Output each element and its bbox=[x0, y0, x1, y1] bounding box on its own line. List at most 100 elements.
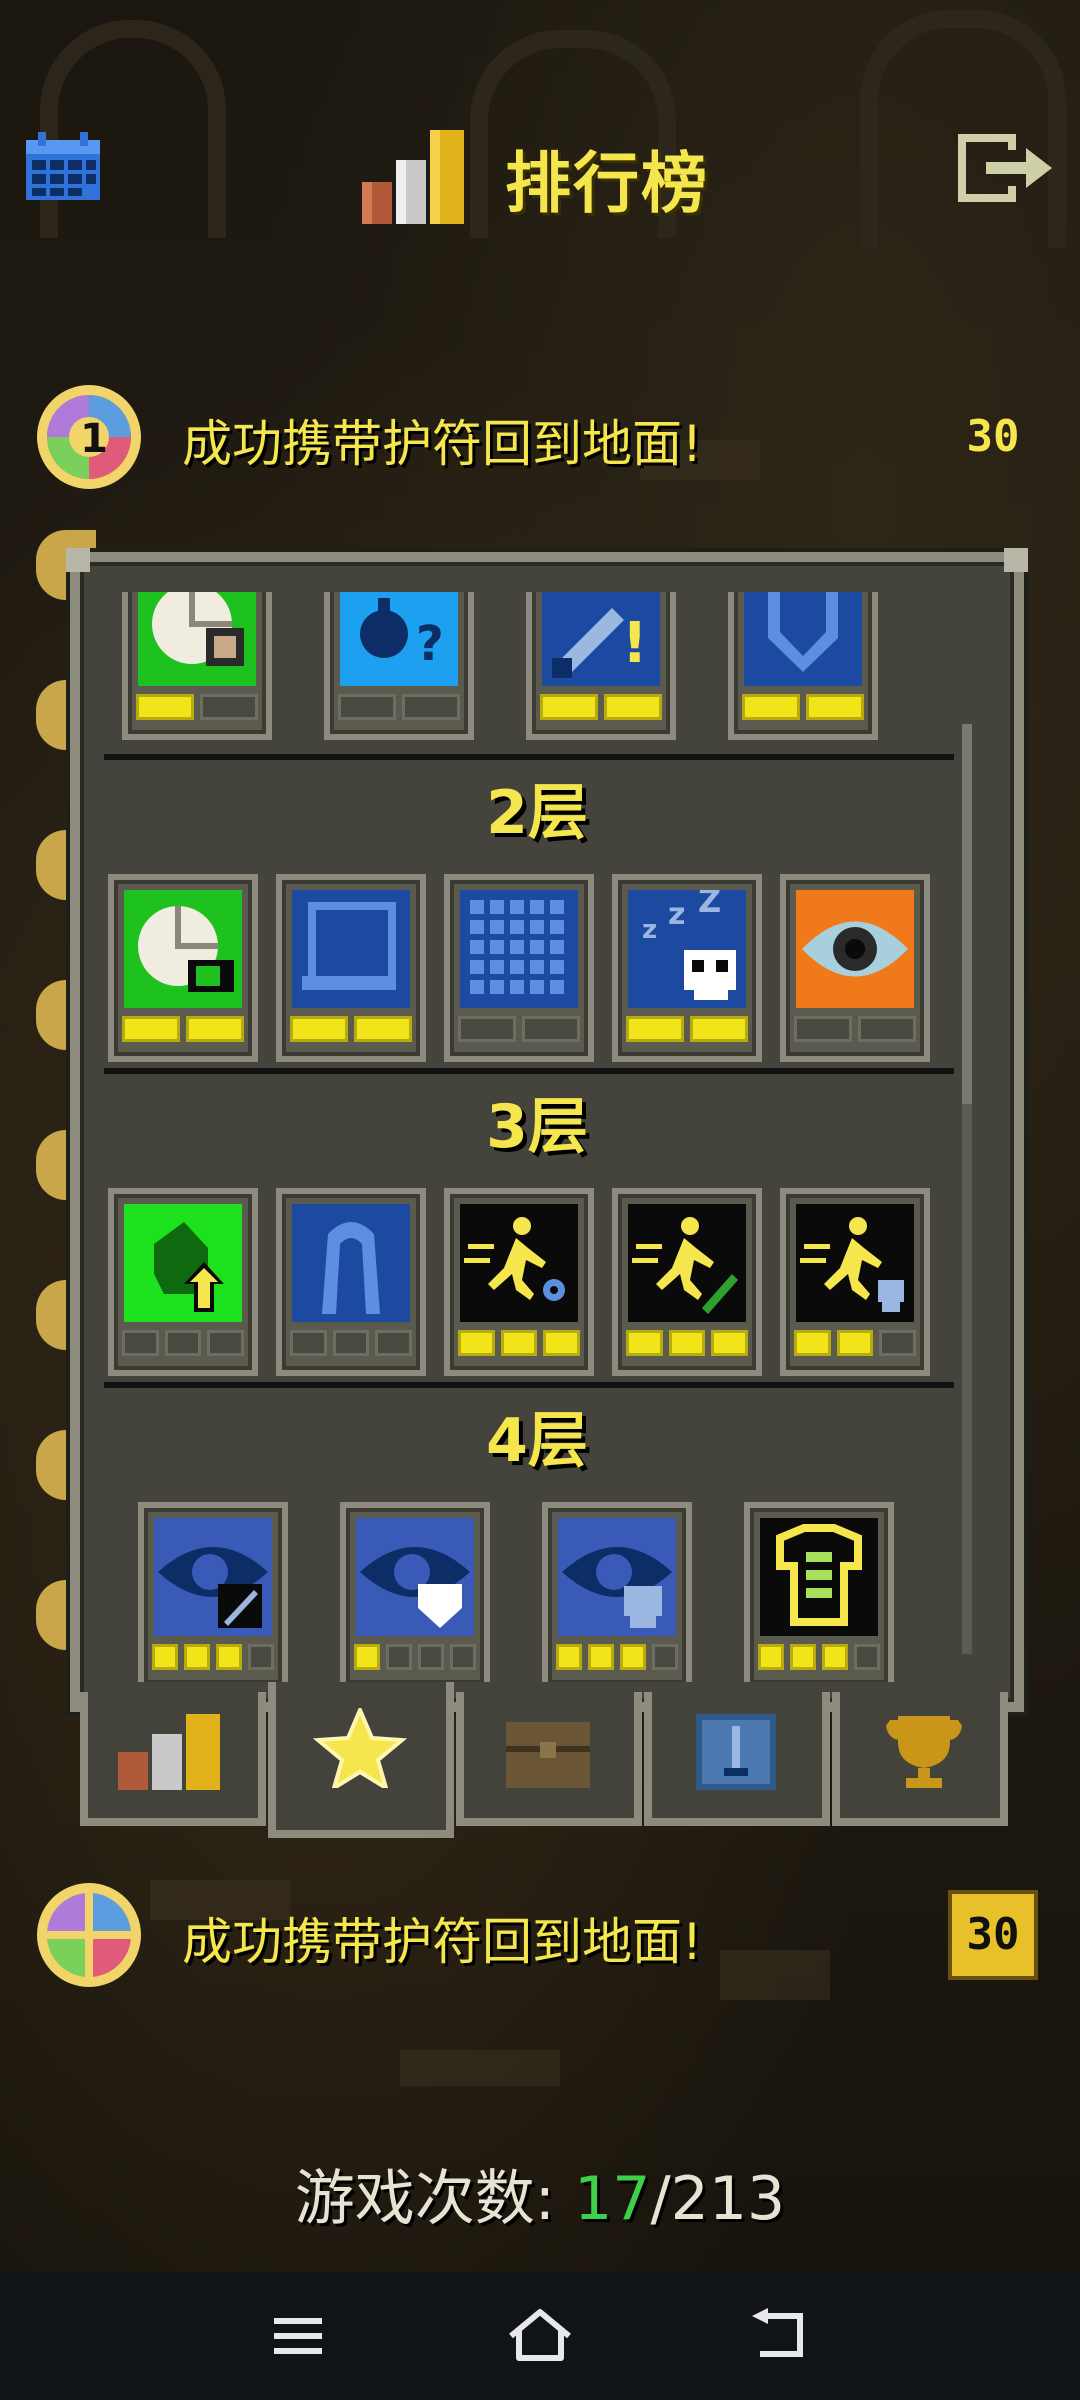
armor-icon bbox=[760, 1518, 878, 1636]
progress-pips bbox=[758, 1644, 880, 1672]
progress-pips bbox=[290, 1330, 413, 1358]
games-total-count: 213 bbox=[670, 2164, 786, 2234]
badge-tile[interactable] bbox=[542, 1502, 692, 1682]
calendar-icon[interactable] bbox=[24, 130, 102, 202]
svg-text:Z: Z bbox=[698, 890, 721, 920]
progress-pips bbox=[458, 1016, 580, 1044]
tab-rankings[interactable] bbox=[80, 1692, 266, 1826]
eye-sword-icon bbox=[154, 1518, 272, 1636]
score-value: 30 bbox=[966, 411, 1020, 462]
badge-tile[interactable] bbox=[744, 1502, 894, 1682]
rankings-tab-icon bbox=[118, 1714, 220, 1790]
badge-tile[interactable] bbox=[276, 1188, 426, 1376]
potion-question-icon: ? bbox=[340, 592, 458, 686]
progress-pips bbox=[794, 1016, 916, 1044]
games-played: 游戏次数: 17/213 bbox=[0, 2150, 1080, 2237]
badge-tile[interactable] bbox=[780, 1188, 930, 1376]
progress-pips bbox=[458, 1330, 581, 1358]
sword-exclaim-icon: ! bbox=[542, 592, 660, 686]
badge-tile[interactable] bbox=[138, 1502, 288, 1682]
games-played-label: 游戏次数: bbox=[294, 2164, 575, 2234]
back-icon[interactable] bbox=[746, 2306, 816, 2366]
tab-chest[interactable] bbox=[456, 1692, 642, 1826]
progress-pips bbox=[122, 1330, 245, 1358]
running-hero-skull-icon bbox=[796, 1204, 914, 1322]
svg-text:!: ! bbox=[622, 611, 648, 676]
background-rubble bbox=[400, 2050, 560, 2086]
window-corner bbox=[1004, 548, 1028, 572]
progress-pips bbox=[626, 1330, 749, 1358]
tab-journal[interactable] bbox=[644, 1692, 830, 1826]
eye-skull-icon bbox=[558, 1518, 676, 1636]
progress-pips bbox=[556, 1644, 678, 1672]
ranking-cause-text: 成功携带护符回到地面! bbox=[182, 415, 703, 473]
progress-pips bbox=[136, 694, 258, 722]
system-navbar bbox=[0, 2272, 1080, 2400]
badge-tile[interactable] bbox=[276, 874, 426, 1062]
floor-3-title: 3层 bbox=[486, 1092, 588, 1162]
ranking-row[interactable]: 成功携带护符回到地面! 30 bbox=[0, 1876, 1080, 1987]
floor-4-title: 4层 bbox=[486, 1406, 588, 1476]
svg-text:?: ? bbox=[416, 616, 444, 672]
exit-icon[interactable] bbox=[952, 128, 1056, 208]
scroll-icon bbox=[292, 890, 410, 1008]
section-divider bbox=[104, 1068, 954, 1074]
map-key-icon bbox=[124, 890, 242, 1008]
bar-chart-icon bbox=[362, 130, 464, 224]
shield-icon bbox=[744, 592, 862, 686]
star-tab-icon bbox=[312, 1708, 408, 1788]
eye-shield-icon bbox=[356, 1518, 474, 1636]
running-hero-dart-icon bbox=[628, 1204, 746, 1322]
badge-tile[interactable] bbox=[108, 1188, 258, 1376]
progress-pips bbox=[290, 1016, 412, 1044]
progress-pips bbox=[152, 1644, 274, 1672]
header: 排行榜 bbox=[0, 100, 1080, 240]
badges-scroll-area[interactable]: ? ! 2层 z z Z 3层 4层 bbox=[80, 592, 994, 1682]
games-won-count: 17 bbox=[574, 2164, 651, 2234]
badge-tile[interactable]: z z Z bbox=[612, 874, 762, 1062]
sleeping-skull-icon: z z Z bbox=[628, 890, 746, 1008]
progress-pips bbox=[626, 1016, 748, 1044]
rank-number: 1 bbox=[80, 416, 108, 462]
running-hero-gear-icon bbox=[460, 1204, 578, 1322]
badge-tile[interactable] bbox=[108, 874, 258, 1062]
badge-tile[interactable] bbox=[780, 874, 930, 1062]
score-badge: 30 bbox=[948, 392, 1038, 482]
svg-text:z: z bbox=[668, 897, 685, 932]
menu-icon[interactable] bbox=[264, 2306, 334, 2366]
badge-tile[interactable] bbox=[122, 592, 272, 740]
amulet-medal-icon bbox=[37, 1883, 141, 1987]
trophy-tab-icon bbox=[886, 1716, 962, 1788]
progress-pips bbox=[540, 694, 662, 722]
sword-tab-icon bbox=[696, 1714, 776, 1790]
home-icon[interactable] bbox=[505, 2306, 575, 2366]
scroll-thumb[interactable] bbox=[962, 724, 972, 1104]
floor-2-title: 2层 bbox=[486, 778, 588, 848]
map-chest-icon bbox=[138, 592, 256, 686]
progress-pips bbox=[338, 694, 460, 722]
svg-text:z: z bbox=[642, 915, 657, 945]
badge-tile[interactable] bbox=[612, 1188, 762, 1376]
badge-tile[interactable]: ? bbox=[324, 592, 474, 740]
game-screen: 排行榜 1 成功携带护符回到地面! 30 ? ! 2层 z z Z 3层 4层 … bbox=[0, 0, 1080, 2400]
progress-pips bbox=[794, 1330, 917, 1358]
ranking-row[interactable]: 1 成功携带护符回到地面! 30 bbox=[0, 378, 1080, 489]
badge-tile[interactable] bbox=[444, 1188, 594, 1376]
badge-tile[interactable] bbox=[444, 874, 594, 1062]
seed-arrow-icon bbox=[124, 1204, 242, 1322]
tab-trophy[interactable] bbox=[832, 1692, 1008, 1826]
tab-badges[interactable] bbox=[268, 1682, 454, 1838]
score-badge: 30 bbox=[948, 1890, 1038, 1980]
scrollbar[interactable] bbox=[962, 724, 972, 1654]
badge-tile[interactable] bbox=[728, 592, 878, 740]
window-corner bbox=[66, 548, 90, 572]
eye-icon bbox=[796, 890, 914, 1008]
ranking-cause-text: 成功携带护符回到地面! bbox=[182, 1913, 703, 1971]
section-divider bbox=[104, 1382, 954, 1388]
badge-tile[interactable]: ! bbox=[526, 592, 676, 740]
grid-icon bbox=[460, 890, 578, 1008]
progress-pips bbox=[122, 1016, 244, 1044]
progress-pips bbox=[742, 694, 864, 722]
page-title: 排行榜 bbox=[505, 145, 709, 222]
badge-tile[interactable] bbox=[340, 1502, 490, 1682]
